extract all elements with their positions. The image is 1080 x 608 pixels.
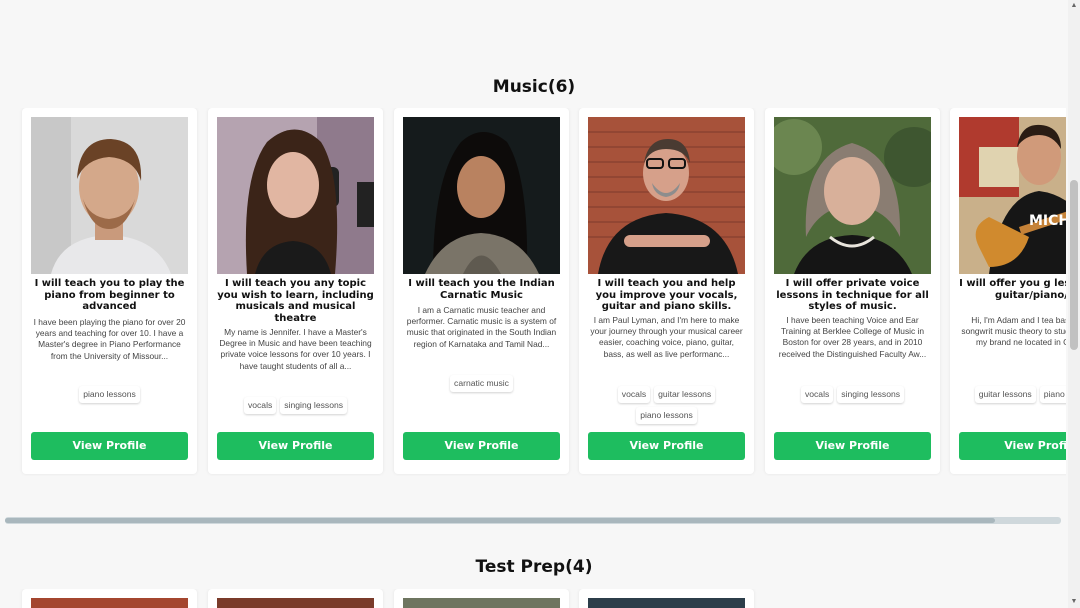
card-title: I will offer private voice lessons in te… — [776, 278, 929, 312]
tag[interactable]: vocals — [617, 386, 651, 403]
music-card-row: I will teach you to play the piano from … — [0, 108, 1066, 476]
view-profile-button[interactable]: View Profil — [959, 432, 1066, 460]
teacher-photo[interactable] — [588, 598, 745, 608]
card-description: I have been playing the piano for over 2… — [33, 317, 186, 361]
tag-list: piano lessons — [31, 386, 188, 403]
card-title: I will teach you and help you improve yo… — [595, 278, 738, 312]
card-description: Hi, I'm Adam and I tea bass, drums, song… — [961, 315, 1066, 348]
tag[interactable]: guitar lessons — [654, 386, 716, 403]
teacher-card — [579, 589, 754, 608]
tag[interactable]: piano lessons — [1039, 386, 1066, 403]
scrollbar-thumb[interactable] — [1070, 180, 1078, 350]
card-description: I have been teaching Voice and Ear Train… — [778, 315, 927, 359]
teacher-photo[interactable] — [31, 598, 188, 608]
vertical-scrollbar[interactable]: ▲ ▼ — [1068, 0, 1080, 608]
scroll-up-icon[interactable]: ▲ — [1068, 0, 1080, 12]
view-profile-button[interactable]: View Profile — [588, 432, 745, 460]
tag[interactable]: vocals — [800, 386, 834, 403]
teacher-card — [394, 589, 569, 608]
view-profile-button[interactable]: View Profile — [774, 432, 931, 460]
teacher-card — [22, 589, 197, 608]
card-description: I am a Carnatic music teacher and perfor… — [406, 305, 557, 349]
tag[interactable]: singing lessons — [280, 397, 348, 414]
card-title: I will offer you g lessons for guitar/pi… — [959, 278, 1066, 301]
tag[interactable]: guitar lessons — [974, 386, 1036, 403]
view-profile-button[interactable]: View Profile — [217, 432, 374, 460]
teacher-card: I will teach you to play the piano from … — [22, 108, 197, 474]
teacher-photo[interactable] — [403, 598, 560, 608]
tag[interactable]: piano lessons — [79, 386, 140, 403]
card-description: My name is Jennifer. I have a Master's D… — [219, 327, 372, 371]
card-title: I will teach you the Indian Carnatic Mus… — [408, 278, 555, 301]
horizontal-scrollbar[interactable] — [5, 517, 1061, 524]
tag-list: vocals singing lessons — [217, 397, 374, 414]
tag[interactable]: vocals — [243, 397, 277, 414]
teacher-photo[interactable] — [588, 117, 745, 274]
card-title: I will teach you to play the piano from … — [34, 278, 185, 312]
teacher-card: MICH I will offer you g lessons for guit… — [950, 108, 1066, 474]
tag-list: vocals singing lessons — [774, 386, 931, 403]
test-prep-card-row — [0, 589, 1066, 608]
tag-list: vocals guitar lessons piano lessons — [588, 386, 745, 424]
view-profile-button[interactable]: View Profile — [403, 432, 560, 460]
teacher-card: I will teach you the Indian Carnatic Mus… — [394, 108, 569, 474]
tag[interactable]: singing lessons — [837, 386, 905, 403]
teacher-photo[interactable] — [774, 117, 931, 274]
tag-list: carnatic music — [403, 375, 560, 392]
section-title-music: Music(6) — [492, 77, 576, 97]
teacher-card — [208, 589, 383, 608]
teacher-card: I will teach you and help you improve yo… — [579, 108, 754, 474]
tag[interactable]: piano lessons — [636, 407, 697, 424]
teacher-photo[interactable] — [217, 598, 374, 608]
teacher-photo[interactable] — [217, 117, 374, 274]
tag[interactable]: carnatic music — [450, 375, 513, 392]
teacher-card: I will teach you any topic you wish to l… — [208, 108, 383, 474]
section-title-test-prep: Test Prep(4) — [475, 557, 593, 577]
teacher-card: I will offer private voice lessons in te… — [765, 108, 940, 474]
card-description: I am Paul Lyman, and I'm here to make yo… — [590, 315, 743, 359]
tag-list: guitar lessons piano lessons — [959, 386, 1066, 403]
card-title: I will teach you any topic you wish to l… — [217, 278, 374, 324]
teacher-photo[interactable]: MICH — [959, 117, 1066, 274]
teacher-photo[interactable] — [403, 117, 560, 274]
scroll-down-icon[interactable]: ▼ — [1068, 596, 1080, 608]
view-profile-button[interactable]: View Profile — [31, 432, 188, 460]
teacher-photo[interactable] — [31, 117, 188, 274]
scrollbar-thumb[interactable] — [5, 518, 995, 523]
svg-text:MICH: MICH — [1029, 213, 1066, 229]
